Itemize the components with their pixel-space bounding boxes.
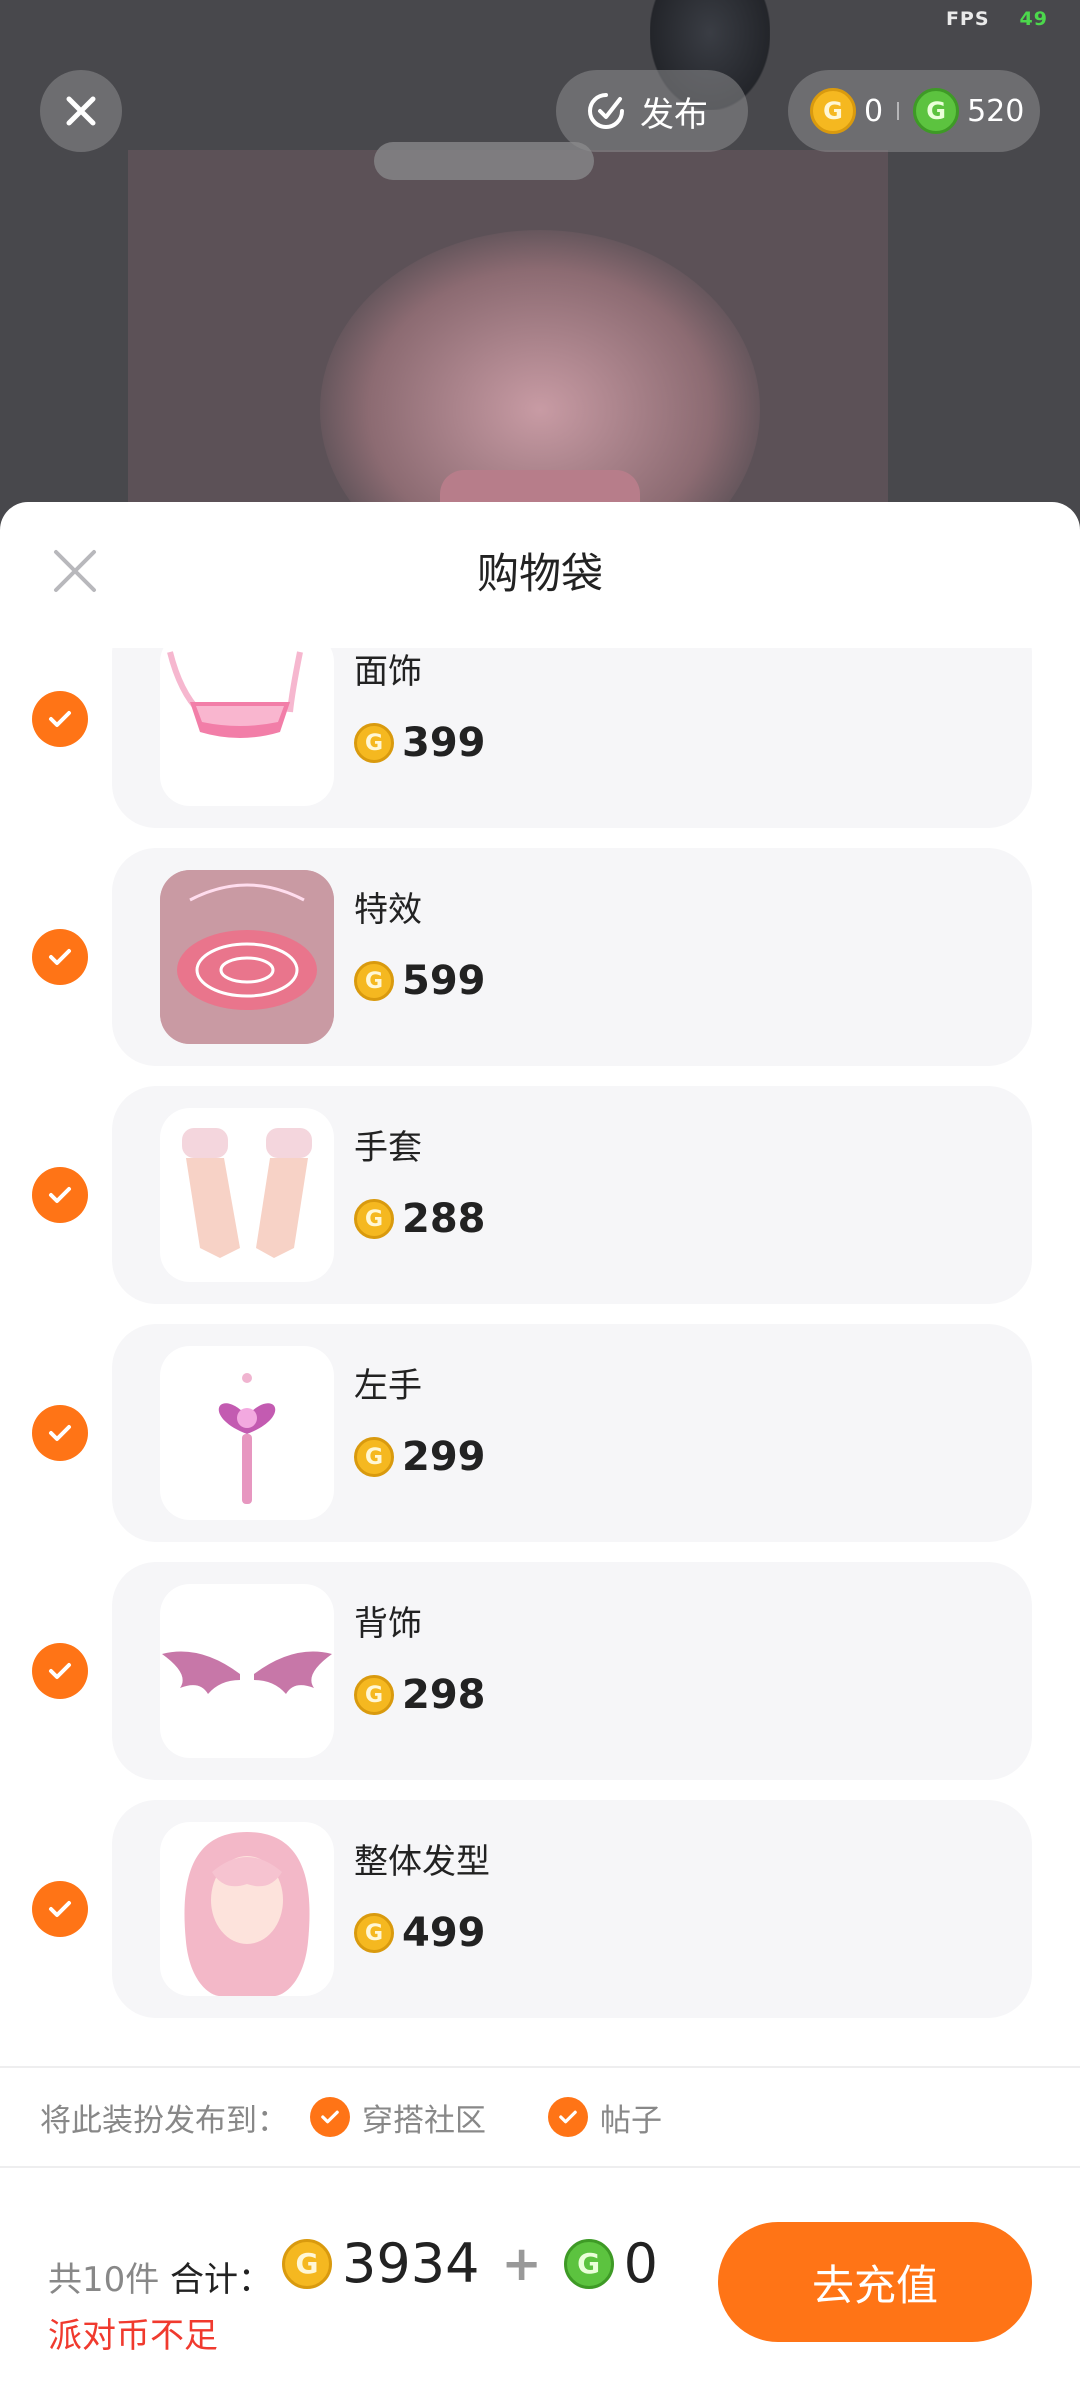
check-icon xyxy=(310,2097,350,2137)
gold-balance: 0 xyxy=(864,93,884,129)
currency-balance[interactable]: G 0 G 520 xyxy=(788,70,1040,152)
green-coin-icon: G xyxy=(563,2238,614,2289)
check-icon xyxy=(548,2097,588,2137)
item-checkbox[interactable] xyxy=(32,929,88,985)
face-accessory-thumbnail xyxy=(160,648,334,806)
plus-sign: + xyxy=(501,2235,542,2292)
check-icon xyxy=(49,1901,71,1917)
gold-coin-icon: G xyxy=(354,961,394,1001)
wand-thumbnail xyxy=(160,1346,334,1520)
check-icon xyxy=(49,1187,71,1203)
cart-item: 面饰 G 399 xyxy=(0,648,1080,828)
balance-divider xyxy=(897,102,900,120)
publish-to-row: 将此装扮发布到： 穿搭社区 帖子 xyxy=(0,2066,1080,2168)
publish-icon xyxy=(588,93,624,129)
effect-thumbnail xyxy=(160,870,334,1044)
fps-counter: FPS 49 xyxy=(945,8,1048,30)
publish-button[interactable]: 发布 xyxy=(556,70,748,152)
check-icon xyxy=(49,949,71,965)
item-card[interactable]: 背饰 G 298 xyxy=(112,1562,1032,1780)
gold-coin-icon: G xyxy=(354,1675,394,1715)
cart-item: 手套 G 288 xyxy=(0,1086,1080,1304)
hairstyle-thumbnail xyxy=(160,1822,334,1996)
item-name: 左手 xyxy=(354,1366,422,1406)
item-name: 特效 xyxy=(354,890,422,930)
gloves-thumbnail xyxy=(160,1108,334,1282)
gold-coin-icon: G xyxy=(282,2238,332,2289)
gold-coin-icon: G xyxy=(354,1199,394,1239)
item-price: G 288 xyxy=(354,1196,486,1242)
item-name: 背饰 xyxy=(354,1604,422,1644)
check-icon xyxy=(49,711,71,727)
total-price: G 3934 + G 0 xyxy=(282,2232,658,2295)
cart-item-list[interactable]: 面饰 G 399 特效 G 599 手套 G 288 左手 G 299 背饰 G… xyxy=(0,648,1080,2028)
item-name: 面饰 xyxy=(354,652,422,692)
gold-coin-icon: G xyxy=(354,1437,394,1477)
publish-label: 发布 xyxy=(640,94,708,135)
item-price: G 599 xyxy=(354,958,486,1004)
cart-item: 特效 G 599 xyxy=(0,848,1080,1066)
close-preview-button[interactable] xyxy=(40,70,122,152)
sheet-title: 购物袋 xyxy=(476,549,603,598)
item-card[interactable]: 整体发型 G 499 xyxy=(112,1800,1032,2018)
publish-prompt: 将此装扮发布到： xyxy=(40,2102,288,2139)
item-count: 共10件 xyxy=(48,2260,160,2300)
item-checkbox[interactable] xyxy=(32,1643,88,1699)
check-icon xyxy=(49,1425,71,1441)
check-icon xyxy=(49,1663,71,1679)
close-icon xyxy=(66,96,96,126)
publish-option-label: 帖子 xyxy=(600,2102,662,2139)
recharge-button[interactable]: 去充值 xyxy=(718,2222,1032,2342)
item-checkbox[interactable] xyxy=(32,1405,88,1461)
shopping-bag-sheet: 购物袋 面饰 G 399 特效 G 599 手套 G 288 左手 G 299 … xyxy=(0,502,1080,2400)
item-card[interactable]: 左手 G 299 xyxy=(112,1324,1032,1542)
gold-coin-icon: G xyxy=(810,88,856,134)
green-total: 0 xyxy=(623,2232,659,2295)
green-balance: 520 xyxy=(967,93,1025,129)
insufficient-funds-warning: 派对币不足 xyxy=(48,2316,218,2356)
publish-option-post[interactable]: 帖子 xyxy=(548,2095,662,2140)
item-price: G 298 xyxy=(354,1672,486,1718)
gold-total: 3934 xyxy=(342,2232,480,2295)
cart-item: 整体发型 G 499 xyxy=(0,1800,1080,2018)
item-price: G 499 xyxy=(354,1910,486,1956)
item-card[interactable]: 特效 G 599 xyxy=(112,848,1032,1066)
item-checkbox[interactable] xyxy=(32,1167,88,1223)
gold-coin-icon: G xyxy=(354,723,394,763)
checkout-footer: 共10件 合计： G 3934 + G 0 派对币不足 去充值 xyxy=(0,2170,1080,2400)
item-name: 手套 xyxy=(354,1128,422,1168)
item-checkbox[interactable] xyxy=(32,1881,88,1937)
item-price: G 399 xyxy=(354,720,486,766)
item-checkbox[interactable] xyxy=(32,691,88,747)
publish-option-label: 穿搭社区 xyxy=(362,2102,486,2139)
gold-coin-icon: G xyxy=(354,1913,394,1953)
green-coin-icon: G xyxy=(913,88,960,134)
item-card[interactable]: 手套 G 288 xyxy=(112,1086,1032,1304)
cart-item: 背饰 G 298 xyxy=(0,1562,1080,1780)
wings-thumbnail xyxy=(160,1584,334,1758)
item-name: 整体发型 xyxy=(354,1842,490,1882)
total-label: 合计： xyxy=(170,2260,272,2300)
publish-option-community[interactable]: 穿搭社区 xyxy=(310,2095,486,2140)
item-card[interactable]: 面饰 G 399 xyxy=(112,648,1032,828)
cart-item: 左手 G 299 xyxy=(0,1324,1080,1542)
item-price: G 299 xyxy=(354,1434,486,1480)
preview-handle xyxy=(374,142,594,180)
